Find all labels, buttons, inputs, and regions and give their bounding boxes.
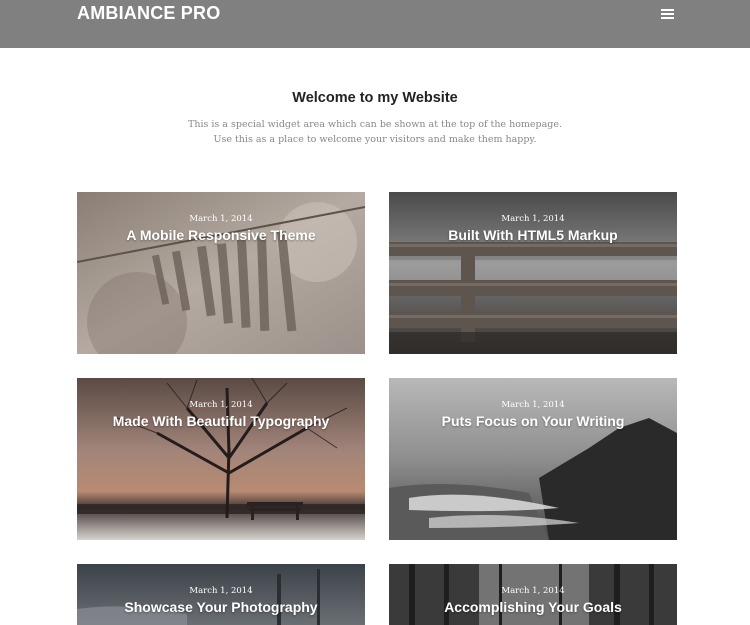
post-card-photography[interactable]: March 1, 2014 Showcase Your Photography <box>77 564 365 625</box>
post-title[interactable]: Made With Beautiful Typography <box>77 413 365 429</box>
post-date: March 1, 2014 <box>501 214 565 224</box>
post-date: March 1, 2014 <box>501 586 565 596</box>
post-title[interactable]: Showcase Your Photography <box>77 599 365 615</box>
welcome-title: Welcome to my Website <box>292 90 458 106</box>
post-card-goals[interactable]: March 1, 2014 Accomplishing Your Goals <box>389 564 677 625</box>
post-title[interactable]: Built With HTML5 Markup <box>389 227 677 243</box>
post-date: March 1, 2014 <box>189 214 253 224</box>
site-header: AMBIANCE PRO <box>0 0 750 48</box>
post-title[interactable]: Accomplishing Your Goals <box>389 599 677 615</box>
post-date: March 1, 2014 <box>189 400 253 410</box>
hamburger-menu-icon[interactable] <box>661 9 674 19</box>
post-date: March 1, 2014 <box>501 400 565 410</box>
welcome-text-line-1: This is a special widget area which can … <box>187 119 563 130</box>
post-title[interactable]: A Mobile Responsive Theme <box>77 227 365 243</box>
site-title[interactable]: AMBIANCE PRO <box>77 3 220 24</box>
post-date: March 1, 2014 <box>189 586 253 596</box>
post-title[interactable]: Puts Focus on Your Writing <box>389 413 677 429</box>
post-card-typography[interactable]: March 1, 2014 Made With Beautiful Typogr… <box>77 378 365 540</box>
post-card-html5-markup[interactable]: March 1, 2014 Built With HTML5 Markup <box>389 192 677 354</box>
post-card-focus-writing[interactable]: March 1, 2014 Puts Focus on Your Writing <box>389 378 677 540</box>
welcome-text-line-2: Use this as a place to welcome your visi… <box>213 134 537 145</box>
post-card-mobile-responsive[interactable]: March 1, 2014 A Mobile Responsive Theme <box>77 192 365 354</box>
